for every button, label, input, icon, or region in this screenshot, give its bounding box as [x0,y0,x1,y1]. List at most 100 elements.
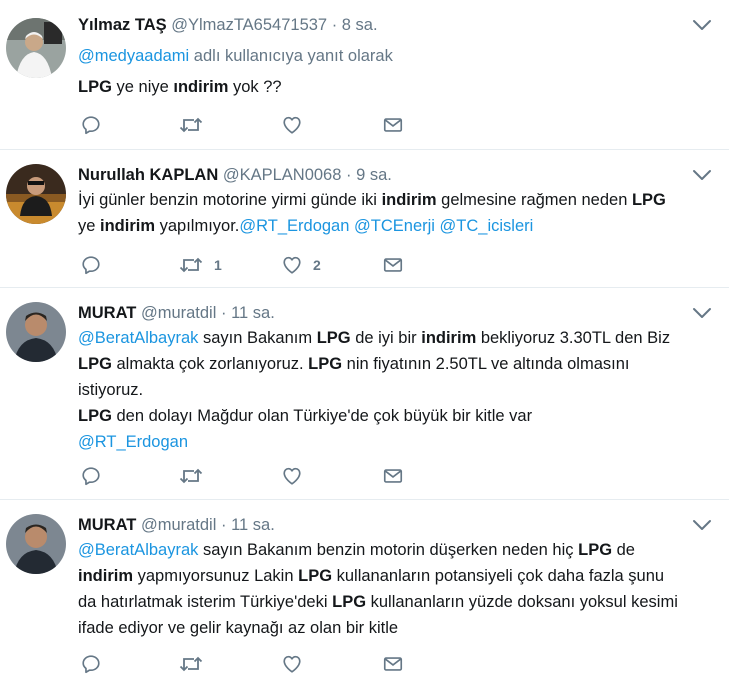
mention-link[interactable]: @RT_Erdogan [78,433,188,451]
tweet-header: Yılmaz TAŞ @YlmazTA65471537 · 8 sa. [78,16,378,35]
retweet-button[interactable] [178,464,204,488]
avatar[interactable] [6,164,66,224]
highlighted-keyword: LPG [631,191,666,209]
display-name[interactable]: Yılmaz TAŞ [78,16,167,34]
reply-button[interactable] [80,113,102,137]
retweet-button[interactable] [178,113,204,137]
highlighted-keyword: indirim [381,191,437,209]
message-icon [382,114,404,136]
user-handle[interactable]: @YlmazTA65471537 [171,16,327,34]
like-button[interactable] [281,113,303,137]
tweet-header: Nurullah KAPLAN @KAPLAN0068 · 9 sa. [78,166,392,185]
action-bar [78,464,418,488]
message-icon [382,254,404,276]
timestamp[interactable]: 11 sa. [231,516,275,534]
caret-down-icon[interactable] [691,166,713,184]
mention-link[interactable]: @BeratAlbayrak [78,329,198,347]
tweet-text-segment: nin fiyatının 2.50TL ve altında olmasını [342,355,630,373]
retweet-button[interactable] [178,652,204,676]
retweet-icon [178,465,204,487]
tweet-text-line: ifade ediyor ve gelir kaynağı az olan bi… [78,615,718,641]
highlighted-keyword: LPG [308,355,343,373]
mention-link[interactable]: @TC_icisleri [440,217,534,235]
timestamp[interactable]: 8 sa. [342,16,378,34]
separator-dot: · [346,166,352,184]
retweet-icon [178,254,204,276]
tweet-text-line: LPG den dolayı Mağdur olan Türkiye'de ço… [78,403,718,429]
reply-icon [80,465,102,487]
tweet[interactable]: Nurullah KAPLAN @KAPLAN0068 · 9 sa. İyi … [0,150,729,288]
tweet-text-segment: ifade ediyor ve gelir kaynağı az olan bi… [78,619,399,637]
avatar[interactable] [6,18,66,78]
display-name[interactable]: Nurullah KAPLAN [78,166,218,184]
highlighted-keyword: indirim [100,217,156,235]
reply-mention-link[interactable]: @medyaadami [78,47,189,65]
highlighted-keyword: LPG [298,567,333,585]
mention-link[interactable]: @BeratAlbayrak [78,541,198,559]
tweet[interactable]: Yılmaz TAŞ @YlmazTA65471537 · 8 sa. @med… [0,0,729,150]
message-icon [382,465,404,487]
separator-dot: · [220,304,227,322]
like-icon [281,653,303,675]
tweet-text-segment: da hatırlatmak isterim Türkiye'deki [78,593,333,611]
highlighted-keyword: indirim [421,329,477,347]
display-name[interactable]: MURAT [78,516,136,534]
retweet-icon [178,114,204,136]
like-button[interactable]: 2 [281,253,321,277]
highlighted-keyword: LPG [316,329,351,347]
avatar[interactable] [6,514,66,574]
separator-dot: · [331,16,338,34]
tweet-text: @BeratAlbayrak sayın Bakanım LPG de iyi … [78,325,718,455]
tweet-header: MURAT @muratdil · 11 sa. [78,516,275,535]
caret-down-icon[interactable] [691,516,713,534]
tweet-text-line: @RT_Erdogan [78,429,718,455]
like-icon [281,254,303,276]
user-handle[interactable]: @muratdil [141,304,216,322]
tweet-text-segment: den dolayı Mağdur olan Türkiye'de çok bü… [111,407,533,425]
reply-context: @medyaadami adlı kullanıcıya yanıt olara… [78,47,393,66]
direct-message-button[interactable] [382,253,404,277]
mention-link[interactable]: @RT_Erdogan [239,217,349,235]
tweet-text-segment: kullananların potansiyeli çok daha fazla… [332,567,665,585]
action-bar [78,113,418,137]
mention-link[interactable]: @TCEnerji [354,217,435,235]
tweet-text-segment: yok ?? [228,78,282,96]
direct-message-button[interactable] [382,113,404,137]
tweet-text-segment: de iyi bir [350,329,422,347]
highlighted-keyword: LPG [332,593,367,611]
avatar[interactable] [6,302,66,362]
direct-message-button[interactable] [382,652,404,676]
highlighted-keyword: ındirim [173,78,229,96]
action-bar [78,652,418,676]
tweet-text-line: da hatırlatmak isterim Türkiye'deki LPG … [78,589,718,615]
reply-button[interactable] [80,652,102,676]
highlighted-keyword: LPG [78,407,112,425]
tweet-text-segment: yapmıyorsunuz Lakin [133,567,299,585]
caret-down-icon[interactable] [691,16,713,34]
tweet-text-line: @BeratAlbayrak sayın Bakanım LPG de iyi … [78,325,718,351]
tweet[interactable]: MURAT @muratdil · 11 sa. @BeratAlbayrak … [0,288,729,500]
reply-button[interactable] [80,464,102,488]
tweet-text-line: LPG ye niye ındirim yok ?? [78,74,718,100]
user-handle[interactable]: @KAPLAN0068 [223,166,342,184]
timestamp[interactable]: 9 sa. [356,166,392,184]
reply-button[interactable] [80,253,102,277]
tweet[interactable]: MURAT @muratdil · 11 sa. @BeratAlbayrak … [0,500,729,689]
retweet-button[interactable]: 1 [178,253,222,277]
tweet-text-segment: sayın Bakanım [198,329,317,347]
tweet-text-segment: ye [78,217,101,235]
caret-down-icon[interactable] [691,304,713,322]
user-handle[interactable]: @muratdil [141,516,216,534]
like-button[interactable] [281,464,303,488]
action-bar: 12 [78,253,418,277]
highlighted-keyword: LPG [578,541,613,559]
direct-message-button[interactable] [382,464,404,488]
display-name[interactable]: MURAT [78,304,136,322]
tweet-text-segment: almakta çok zorlanıyoruz. [111,355,309,373]
tweet-text-line: @BeratAlbayrak sayın Bakanım benzin moto… [78,537,718,563]
like-button[interactable] [281,652,303,676]
timestamp[interactable]: 11 sa. [231,304,275,322]
tweet-text-line: İyi günler benzin motorine yirmi günde i… [78,187,718,213]
like-icon [281,114,303,136]
tweet-text-segment: yapılmıyor. [155,217,240,235]
